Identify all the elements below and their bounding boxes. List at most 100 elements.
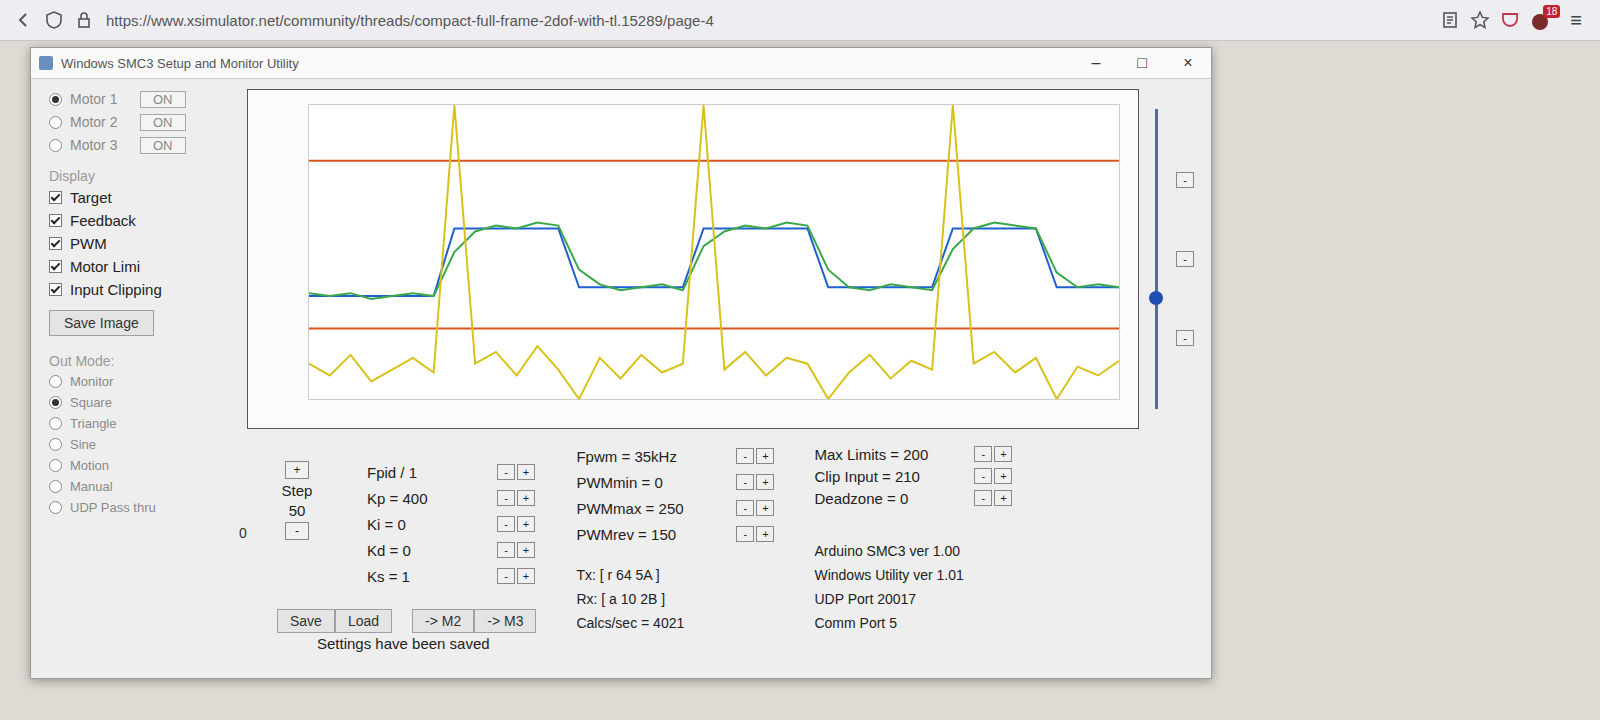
lock-icon[interactable] — [74, 10, 94, 30]
increase-button[interactable]: + — [517, 568, 535, 584]
motor-row[interactable]: Motor 1ON — [49, 89, 239, 109]
pwm-params: Fpwm = 35kHz-+PWMmin = 0-+PWMmax = 250-+… — [576, 443, 774, 652]
adjust-buttons: -+ — [974, 490, 1012, 506]
decrease-button[interactable]: - — [974, 468, 992, 484]
checkbox[interactable] — [49, 191, 62, 204]
increase-button[interactable]: + — [994, 446, 1012, 462]
radio-button[interactable] — [49, 459, 62, 472]
radio-button[interactable] — [49, 116, 62, 129]
checkbox[interactable] — [49, 214, 62, 227]
param-label: Max Limits = 200 — [814, 446, 964, 463]
file-button[interactable]: Load — [335, 609, 392, 633]
increase-button[interactable]: + — [517, 464, 535, 480]
scale-button[interactable]: - — [1176, 172, 1194, 188]
scale-slider[interactable] — [1155, 109, 1158, 409]
decrease-button[interactable]: - — [497, 568, 515, 584]
increase-button[interactable]: + — [517, 516, 535, 532]
out-mode-option[interactable]: Monitor — [49, 372, 239, 390]
window-control-button[interactable]: – — [1073, 48, 1119, 78]
out-mode-option[interactable]: Square — [49, 393, 239, 411]
motor-row[interactable]: Motor 2ON — [49, 112, 239, 132]
step-minus-button[interactable]: - — [285, 522, 309, 540]
bookmark-star-icon[interactable] — [1470, 10, 1490, 30]
radio-button[interactable] — [49, 480, 62, 493]
checkbox[interactable] — [49, 237, 62, 250]
option-label: Triangle — [70, 416, 116, 431]
display-option[interactable]: Feedback — [49, 210, 239, 230]
motor-state[interactable]: ON — [140, 114, 186, 131]
radio-button[interactable] — [49, 501, 62, 514]
increase-button[interactable]: + — [994, 490, 1012, 506]
increase-button[interactable]: + — [994, 468, 1012, 484]
decrease-button[interactable]: - — [736, 500, 754, 516]
decrease-button[interactable]: - — [736, 526, 754, 542]
radio-button[interactable] — [49, 139, 62, 152]
checkbox[interactable] — [49, 260, 62, 273]
series-line — [309, 105, 1119, 399]
radio-button[interactable] — [49, 375, 62, 388]
version-line: Comm Port 5 — [814, 615, 1012, 633]
window-control-button[interactable]: × — [1165, 48, 1211, 78]
shield-icon[interactable] — [44, 10, 64, 30]
option-label: Manual — [70, 479, 113, 494]
file-button[interactable]: -> M3 — [474, 609, 536, 633]
option-label: Monitor — [70, 374, 113, 389]
screen: https://www.xsimulator.net/community/thr… — [0, 0, 1600, 720]
increase-button[interactable]: + — [756, 526, 774, 542]
option-label: Motion — [70, 458, 109, 473]
reader-view-icon[interactable] — [1440, 10, 1460, 30]
step-value: 50 — [289, 502, 306, 519]
decrease-button[interactable]: - — [974, 490, 992, 506]
motor-state[interactable]: ON — [140, 91, 186, 108]
display-option[interactable]: Input Clipping — [49, 279, 239, 299]
menu-button[interactable]: ≡ — [1566, 9, 1586, 32]
out-mode-option[interactable]: Manual — [49, 477, 239, 495]
radio-button[interactable] — [49, 417, 62, 430]
adjust-buttons: -+ — [497, 516, 535, 532]
addon-button[interactable]: 18 — [1530, 9, 1556, 31]
decrease-button[interactable]: - — [497, 490, 515, 506]
param-label: Deadzone = 0 — [814, 490, 964, 507]
option-label: UDP Pass thru — [70, 500, 156, 515]
out-mode-option[interactable]: Sine — [49, 435, 239, 453]
increase-button[interactable]: + — [517, 490, 535, 506]
slider-thumb[interactable] — [1149, 291, 1163, 305]
file-button[interactable]: -> M2 — [412, 609, 474, 633]
out-mode-option[interactable]: Motion — [49, 456, 239, 474]
back-arrow-icon[interactable] — [14, 10, 34, 30]
address-bar[interactable]: https://www.xsimulator.net/community/thr… — [106, 12, 1428, 29]
decrease-button[interactable]: - — [497, 464, 515, 480]
decrease-button[interactable]: - — [497, 516, 515, 532]
display-option[interactable]: Motor Limi — [49, 256, 239, 276]
param-row: PWMrev = 150-+ — [576, 521, 774, 547]
checkbox[interactable] — [49, 283, 62, 296]
decrease-button[interactable]: - — [736, 474, 754, 490]
window-control-button[interactable]: □ — [1119, 48, 1165, 78]
radio-button[interactable] — [49, 396, 62, 409]
window-controls: –□× — [1073, 48, 1211, 78]
display-option[interactable]: Target — [49, 187, 239, 207]
decrease-button[interactable]: - — [497, 542, 515, 558]
out-mode-option[interactable]: Triangle — [49, 414, 239, 432]
file-buttons: SaveLoad -> M2-> M3 — [277, 609, 536, 633]
pocket-icon[interactable] — [1500, 10, 1520, 30]
radio-button[interactable] — [49, 93, 62, 106]
radio-button[interactable] — [49, 438, 62, 451]
increase-button[interactable]: + — [517, 542, 535, 558]
scale-button[interactable]: - — [1176, 251, 1194, 267]
step-plus-button[interactable]: + — [285, 461, 309, 479]
decrease-button[interactable]: - — [974, 446, 992, 462]
increase-button[interactable]: + — [756, 448, 774, 464]
decrease-button[interactable]: - — [736, 448, 754, 464]
save-image-button[interactable]: Save Image — [49, 310, 154, 336]
motor-state[interactable]: ON — [140, 137, 186, 154]
counter: 0 — [49, 525, 239, 541]
out-mode-option[interactable]: UDP Pass thru — [49, 498, 239, 516]
increase-button[interactable]: + — [756, 500, 774, 516]
file-button[interactable]: Save — [277, 609, 335, 633]
scale-button[interactable]: - — [1176, 330, 1194, 346]
motor-row[interactable]: Motor 3ON — [49, 135, 239, 155]
display-option[interactable]: PWM — [49, 233, 239, 253]
nav-icons — [14, 10, 94, 30]
increase-button[interactable]: + — [756, 474, 774, 490]
